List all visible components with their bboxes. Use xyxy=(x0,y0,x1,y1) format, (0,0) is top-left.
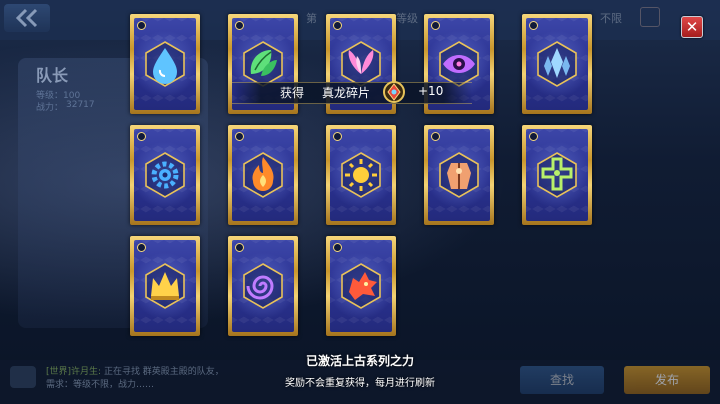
card-corner-gem xyxy=(431,21,440,30)
reward-count: +10 xyxy=(418,84,444,98)
reward-card[interactable] xyxy=(228,125,298,225)
card-corner-gem xyxy=(529,132,538,141)
leaf-icon xyxy=(243,41,283,87)
reward-card[interactable] xyxy=(326,125,396,225)
close-icon: ✕ xyxy=(685,17,699,36)
crown-icon xyxy=(145,263,185,309)
wing-icon xyxy=(341,41,381,87)
dragon-shard-icon xyxy=(383,81,405,103)
card-corner-gem xyxy=(137,21,146,30)
card-face xyxy=(526,18,588,110)
card-face xyxy=(232,240,294,332)
back-button[interactable] xyxy=(4,4,50,32)
card-face xyxy=(526,129,588,221)
card-corner-gem xyxy=(529,21,538,30)
eye-icon xyxy=(439,41,479,87)
reward-card[interactable] xyxy=(228,236,298,336)
reward-card[interactable] xyxy=(522,125,592,225)
activation-message: 已激活上古系列之力 xyxy=(305,354,414,368)
filter-checkbox[interactable] xyxy=(640,7,660,27)
card-corner-gem xyxy=(235,243,244,252)
armor-icon xyxy=(439,152,479,198)
reward-card[interactable] xyxy=(130,236,200,336)
card-corner-gem xyxy=(333,132,342,141)
card-corner-gem xyxy=(137,132,146,141)
card-face xyxy=(134,240,196,332)
gear-icon xyxy=(145,152,185,198)
reward-card[interactable] xyxy=(130,125,200,225)
card-face xyxy=(428,129,490,221)
sun-icon xyxy=(341,152,381,198)
card-corner-gem xyxy=(235,21,244,30)
card-corner-gem xyxy=(333,243,342,252)
water-drop-icon xyxy=(145,41,185,87)
reward-get-label: 获得 xyxy=(280,86,305,100)
reward-card[interactable] xyxy=(130,14,200,114)
flame-icon xyxy=(243,152,283,198)
reward-card[interactable] xyxy=(424,125,494,225)
captain-power-value: 32717 xyxy=(66,100,95,110)
cross-icon xyxy=(537,152,577,198)
refresh-note: 奖励不会重复获得，每月进行刷新 xyxy=(285,378,435,389)
captain-title: 队长 xyxy=(36,66,69,85)
card-face xyxy=(232,129,294,221)
card-face xyxy=(134,129,196,221)
card-face xyxy=(330,129,392,221)
dragon-head-icon xyxy=(341,263,381,309)
vortex-icon xyxy=(243,263,283,309)
close-button[interactable]: ✕ xyxy=(681,16,703,38)
filter-label: 第 xyxy=(306,12,317,25)
captain-power-label: 战力： xyxy=(36,103,64,113)
card-corner-gem xyxy=(137,243,146,252)
card-face xyxy=(134,18,196,110)
double-chevron-left-icon xyxy=(15,8,38,28)
reward-card[interactable] xyxy=(326,236,396,336)
card-corner-gem xyxy=(235,132,244,141)
crystal-icon xyxy=(537,41,577,87)
reward-card[interactable] xyxy=(522,14,592,114)
reward-item-name: 真龙碎片 xyxy=(322,86,371,100)
filter-label: 不限 xyxy=(600,12,622,25)
filter-label: 等级 xyxy=(396,12,418,25)
card-corner-gem xyxy=(333,21,342,30)
card-face xyxy=(330,240,392,332)
card-corner-gem xyxy=(431,132,440,141)
